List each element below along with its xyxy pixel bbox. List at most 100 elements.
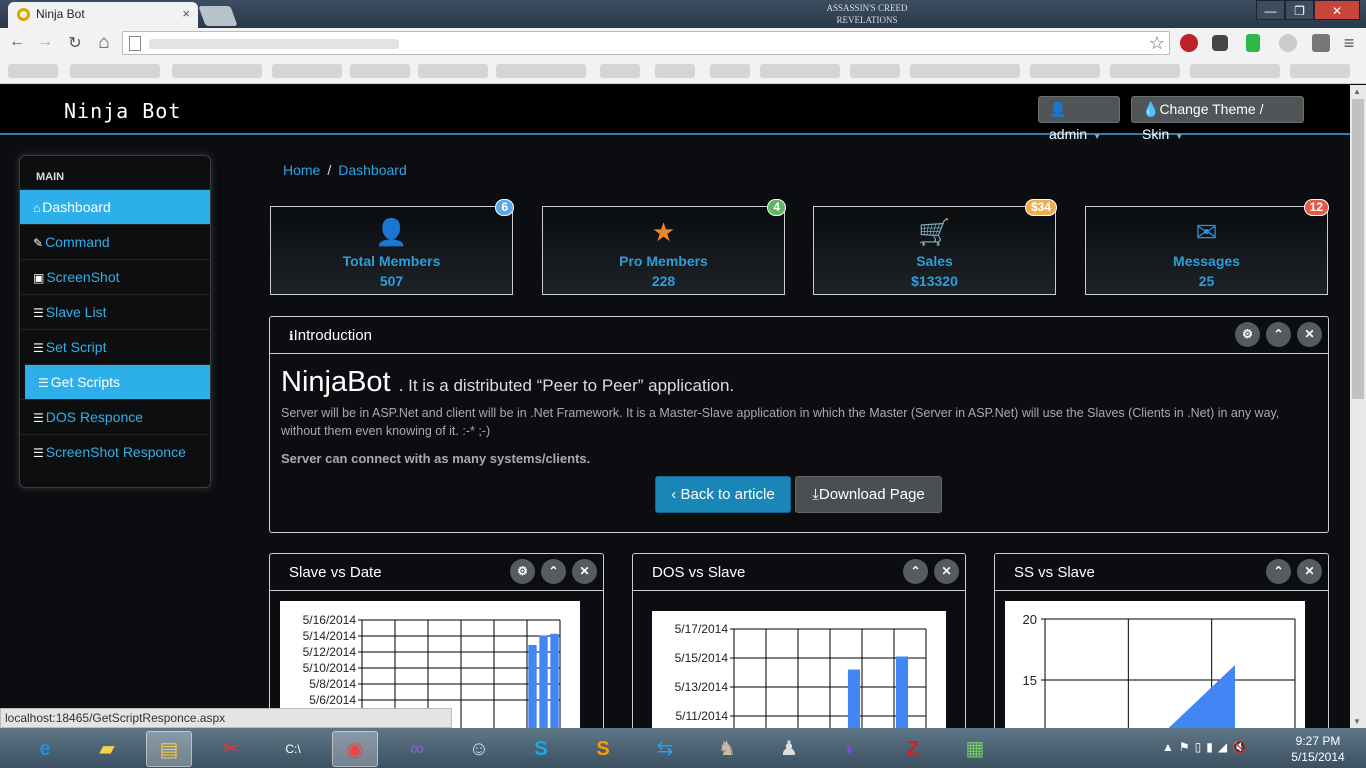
bookmark-item[interactable] — [655, 64, 695, 78]
scroll-down-icon[interactable]: ▼ — [1353, 717, 1361, 726]
collapse-button[interactable]: ⌃ — [541, 559, 566, 584]
settings-extension-icon[interactable] — [1212, 35, 1228, 51]
envelope-icon: ✉ — [1195, 217, 1218, 247]
menu-icon[interactable]: ≡ — [1338, 33, 1360, 54]
download-page-button[interactable]: ⤓Download Page — [795, 476, 942, 513]
sidebar-item-screenshot-responce[interactable]: ☰ ScreenShot Responce — [20, 434, 210, 469]
sidebar-item-slave-list[interactable]: ☰ Slave List — [20, 294, 210, 329]
scroll-thumb[interactable] — [1352, 99, 1364, 399]
bookmark-star-icon[interactable]: ☆ — [1149, 33, 1165, 54]
internet-explorer-icon[interactable]: e — [22, 731, 68, 767]
page-scrollbar[interactable]: ▲ ▼ — [1350, 85, 1366, 728]
sidebar-item-dashboard[interactable]: ⌂ Dashboard — [20, 189, 210, 224]
bookmark-item[interactable] — [272, 64, 342, 78]
scroll-up-icon[interactable]: ▲ — [1353, 87, 1361, 96]
close-button[interactable]: ✕ — [934, 559, 959, 584]
theme-button[interactable]: 💧Change Theme / Skin ▼ — [1131, 96, 1304, 142]
bookmark-item[interactable] — [496, 64, 586, 78]
maximize-button[interactable]: ❐ — [1285, 0, 1314, 20]
bookmark-item[interactable] — [1030, 64, 1100, 78]
y-tick-label: 5/6/2014 — [309, 693, 356, 707]
sidebar-item-label: Set Script — [45, 339, 107, 355]
user-menu-button[interactable]: 👤 admin ▼ — [1038, 96, 1120, 142]
chrome-icon[interactable]: ◉ — [332, 731, 378, 767]
chart-panel-controls: ⌃ ✕ — [1266, 559, 1322, 584]
bookmark-item[interactable] — [418, 64, 488, 78]
breadcrumb-home-link[interactable]: Home — [283, 162, 320, 178]
chart-panel-title: Slave vs Date — [289, 564, 382, 581]
installer-icon[interactable]: ▦ — [952, 731, 998, 767]
settings-button[interactable]: ⚙ — [510, 559, 535, 584]
bookmark-item[interactable] — [70, 64, 160, 78]
stat-sales[interactable]: 🛒 Sales $13320 $34 — [813, 199, 1057, 295]
settings-button[interactable]: ⚙ — [1235, 322, 1260, 347]
taskbar-clock[interactable]: 9:27 PM 5/15/2014 — [1288, 733, 1348, 765]
tab-close-icon[interactable]: × — [182, 6, 190, 21]
sidebar-item-screenshot[interactable]: ▣ ScreenShot — [20, 259, 210, 294]
new-tab-button[interactable] — [198, 6, 238, 26]
sidebar-item-command[interactable]: ✎ Command — [20, 224, 210, 259]
bookmark-item[interactable] — [1290, 64, 1350, 78]
bookmark-item[interactable] — [8, 64, 58, 78]
brand-title[interactable]: Ninja Bot — [64, 99, 181, 123]
teamviewer-icon[interactable]: ⇆ — [642, 731, 688, 767]
sidebar-item-dos-responce[interactable]: ☰ DOS Responce — [20, 399, 210, 434]
list-icon: ☰ — [33, 341, 44, 355]
sidebar-item-set-script[interactable]: ☰ Set Script — [20, 329, 210, 364]
system-tray[interactable]: ▲⚑▯▮◢🔇 — [1162, 740, 1252, 754]
eclipse-icon[interactable]: ◐ — [828, 731, 874, 767]
counter-strike-icon[interactable]: ♟ — [766, 731, 812, 767]
collapse-button[interactable]: ⌃ — [1266, 322, 1291, 347]
adblock-extension-icon[interactable] — [1180, 34, 1198, 52]
close-button[interactable]: ✕ — [1297, 559, 1322, 584]
sidebar-item-get-scripts[interactable]: ☰ Get Scripts — [25, 364, 210, 399]
bookmark-item[interactable] — [600, 64, 640, 78]
sticky-notes-icon[interactable]: ▰ — [84, 731, 130, 767]
bookmark-item[interactable] — [850, 64, 900, 78]
shield-extension-icon[interactable] — [1279, 34, 1297, 52]
caret-down-icon: ▼ — [1093, 132, 1102, 141]
forward-icon[interactable]: → — [34, 33, 56, 51]
bookmark-item[interactable] — [760, 64, 840, 78]
command-prompt-icon[interactable]: C:\ — [270, 731, 316, 767]
cart-icon: 🛒 — [918, 217, 951, 247]
snipping-tool-icon[interactable]: ✂ — [208, 731, 254, 767]
reload-icon[interactable]: ↻ — [64, 33, 86, 53]
back-icon[interactable]: ← — [6, 33, 28, 51]
bookmark-item[interactable] — [172, 64, 262, 78]
close-window-button[interactable]: ✕ — [1314, 0, 1360, 20]
stat-pro-members[interactable]: ★ Pro Members 228 4 — [542, 199, 786, 295]
bookmark-item[interactable] — [1190, 64, 1280, 78]
address-bar[interactable]: ☆ — [122, 31, 1170, 55]
bookmark-item[interactable] — [1110, 64, 1180, 78]
bookmark-item[interactable] — [350, 64, 410, 78]
filezilla-icon[interactable]: Z — [890, 731, 936, 767]
browser-tab[interactable]: Ninja Bot × — [8, 2, 198, 28]
chart-panel-controls: ⚙ ⌃ ✕ — [510, 559, 597, 584]
bookmarks-bar — [0, 58, 1366, 84]
y-tick-label: 5/8/2014 — [309, 677, 356, 691]
bug-extension-icon[interactable] — [1312, 34, 1330, 52]
picture-icon: ▣ — [33, 271, 45, 285]
sublime-text-icon[interactable]: S — [580, 731, 626, 767]
skype-icon[interactable]: S — [518, 731, 564, 767]
chart-panel-ss-vs-slave: SS vs Slave ⌃ ✕ 20 15 — [994, 553, 1329, 753]
file-explorer-icon[interactable]: ▤ — [146, 731, 192, 767]
collapse-button[interactable]: ⌃ — [1266, 559, 1291, 584]
back-to-article-button[interactable]: ‹ Back to article — [655, 476, 791, 513]
stat-total-members[interactable]: 👤 Total Members 507 6 — [270, 199, 514, 295]
home-nav-icon[interactable]: ⌂ — [93, 32, 115, 54]
green-extension-icon[interactable] — [1246, 34, 1260, 52]
bookmark-item[interactable] — [710, 64, 750, 78]
collapse-button[interactable]: ⌃ — [903, 559, 928, 584]
game-icon[interactable]: ♞ — [704, 731, 750, 767]
y-tick-label: 5/12/2014 — [303, 645, 357, 659]
breadcrumb-current-link[interactable]: Dashboard — [338, 162, 407, 178]
cat-app-icon[interactable]: ☺ — [456, 731, 502, 767]
visual-studio-icon[interactable]: ∞ — [394, 731, 440, 767]
stat-messages[interactable]: ✉ Messages 25 12 — [1085, 199, 1329, 295]
bookmark-item[interactable] — [910, 64, 1020, 78]
close-button[interactable]: ✕ — [572, 559, 597, 584]
minimize-button[interactable]: — — [1256, 0, 1285, 20]
close-button[interactable]: ✕ — [1297, 322, 1322, 347]
